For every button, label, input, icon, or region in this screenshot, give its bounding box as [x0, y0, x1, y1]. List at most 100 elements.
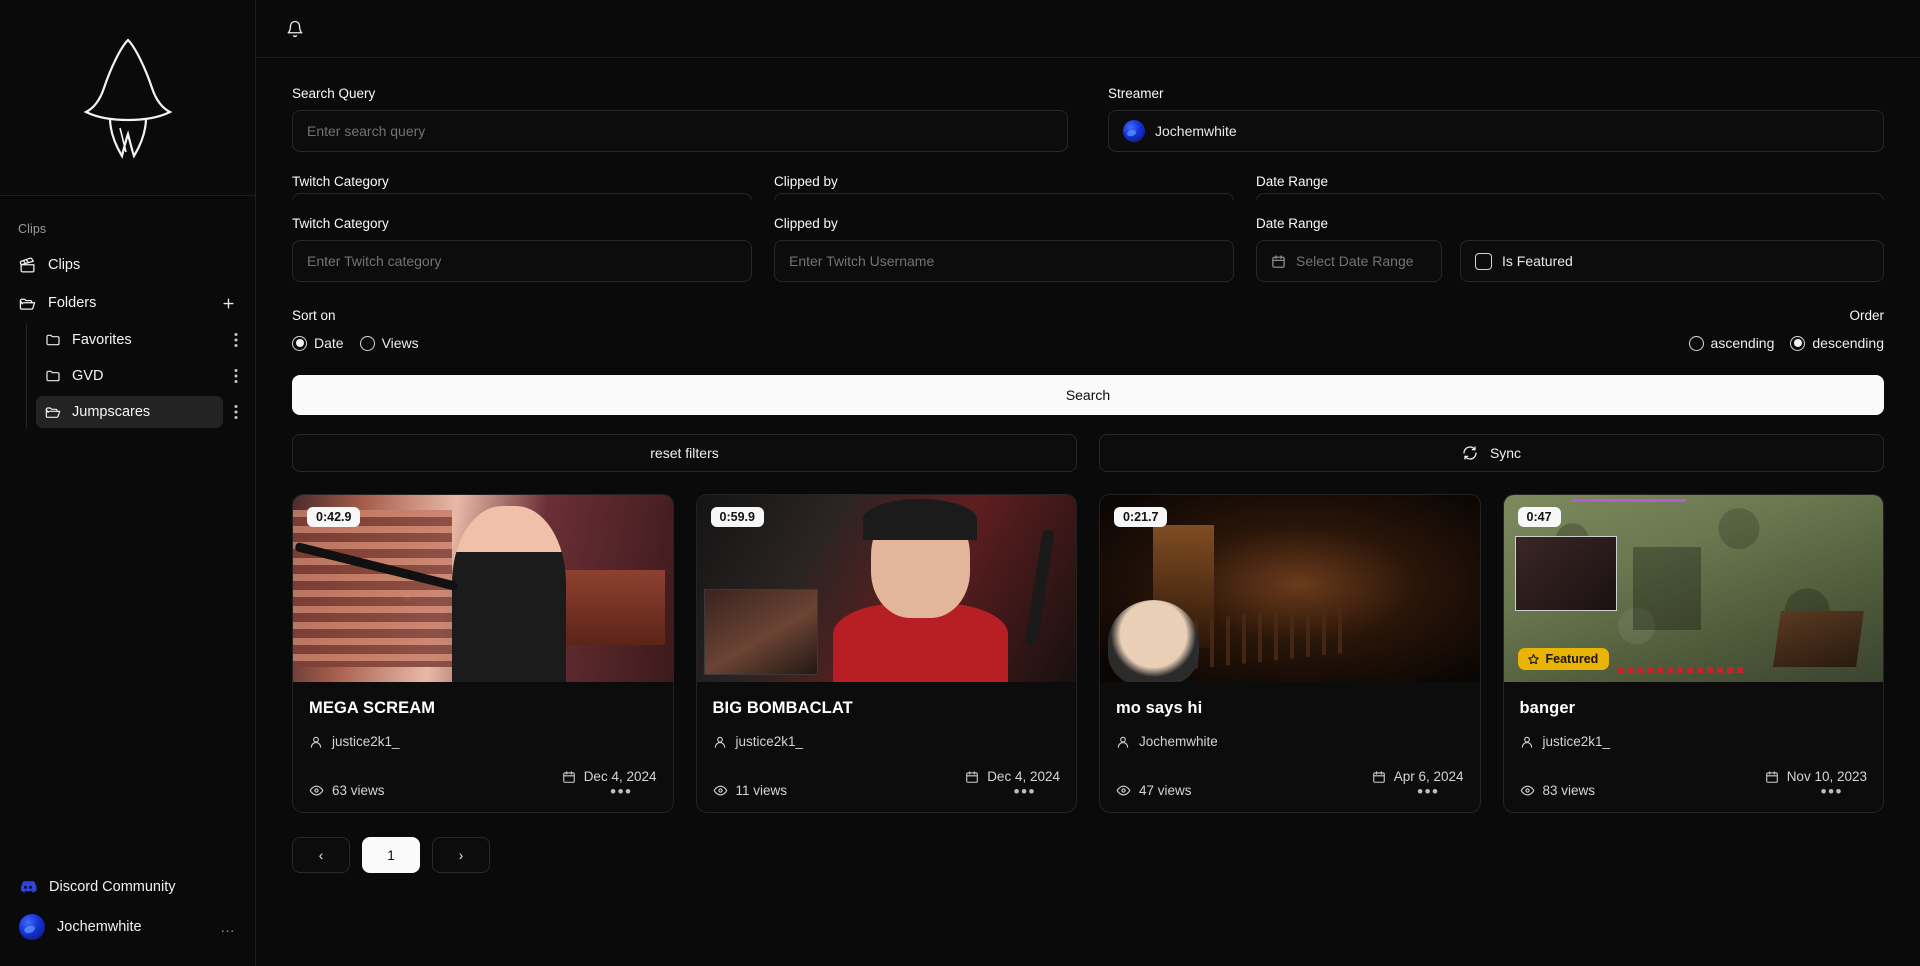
streamer-value: Jochemwhite [1155, 123, 1237, 139]
clip-duration-badge: 0:47 [1518, 507, 1561, 527]
clip-card-body: mo says hi Jochemwhite [1100, 682, 1480, 812]
account-options-button[interactable]: … [220, 919, 236, 936]
sort-option-label: Date [314, 335, 344, 351]
clip-card[interactable]: 0:42.9 MEGA SCREAM justice2k1_ [292, 494, 674, 813]
radio-descending[interactable] [1790, 336, 1805, 351]
radio-date[interactable] [292, 336, 307, 351]
clip-views: 63 views [309, 783, 385, 798]
is-featured-checkbox-row[interactable]: Is Featured [1460, 240, 1884, 282]
clip-card-footer: 63 views Dec 4, 2024 ••• [309, 769, 657, 798]
folder-options-button[interactable] [225, 363, 247, 389]
is-featured-checkbox[interactable] [1475, 253, 1492, 270]
clip-more-options-button[interactable]: ••• [1014, 786, 1060, 798]
sidebar-item-jumpscares[interactable]: Jumpscares [36, 396, 223, 428]
sidebar-folders-header: Folders [0, 284, 255, 322]
clip-more-options-button[interactable]: ••• [610, 786, 656, 798]
calendar-icon [1271, 254, 1286, 269]
clip-duration-badge: 0:42.9 [307, 507, 360, 527]
sidebar-group-label: Clips [0, 218, 255, 246]
sort-option-views[interactable]: Views [360, 335, 419, 351]
vertical-dots-icon [234, 404, 238, 420]
sidebar-item-discord-community[interactable]: Discord Community [10, 868, 245, 906]
sidebar-item-favorites[interactable]: Favorites [36, 324, 223, 356]
clip-card-body: banger justice2k1_ [1504, 682, 1884, 812]
bell-icon [286, 20, 304, 38]
add-folder-button[interactable] [215, 290, 241, 316]
clip-thumbnail[interactable]: 0:21.7 [1100, 495, 1480, 682]
clip-more-options-button[interactable]: ••• [1417, 786, 1463, 798]
order-option-label: descending [1812, 335, 1884, 351]
streamer-select[interactable]: Jochemwhite [1108, 110, 1884, 152]
user-icon [713, 735, 727, 749]
clip-card[interactable]: 0:59.9 BIG BOMBACLAT justice2k1_ [696, 494, 1078, 813]
sidebar-item-label: Folders [48, 295, 96, 311]
clip-more-options-button[interactable]: ••• [1821, 786, 1867, 798]
clip-thumbnail[interactable]: 0:59.9 [697, 495, 1077, 682]
clip-clipper-name: justice2k1_ [332, 734, 400, 749]
clipped-by-input[interactable]: Enter Twitch Username [774, 240, 1234, 282]
filter-row-1: Search Query Enter search query Streamer… [292, 86, 1884, 152]
clip-thumbnail[interactable]: 0:42.9 [293, 495, 673, 682]
sort-option-label: Views [382, 335, 419, 351]
clip-thumbnail[interactable]: 0:47 Featured [1504, 495, 1884, 682]
clip-card-body: MEGA SCREAM justice2k1_ [293, 682, 673, 812]
calendar-icon [1372, 770, 1386, 784]
folder-icon [45, 332, 61, 348]
clip-views-count: 63 views [332, 783, 385, 798]
folder-options-button[interactable] [225, 399, 247, 425]
pagination-prev[interactable]: ‹ [292, 837, 350, 873]
clip-grid: 0:42.9 MEGA SCREAM justice2k1_ [292, 494, 1884, 813]
clip-views-count: 83 views [1543, 783, 1596, 798]
pagination-page-1[interactable]: 1 [362, 837, 420, 873]
sidebar-item-folders[interactable]: Folders [10, 286, 205, 320]
order-option-descending[interactable]: descending [1790, 335, 1884, 351]
clipped-by-label: Clipped by [774, 216, 1234, 231]
sort-option-date[interactable]: Date [292, 335, 344, 351]
ghost-input-border [774, 193, 1234, 200]
folder-icon [45, 368, 61, 384]
date-range-placeholder: Select Date Range [1296, 253, 1414, 269]
twitch-category-field: Twitch Category Enter Twitch category [292, 216, 752, 282]
topbar [256, 0, 1920, 58]
folder-open-icon [45, 404, 61, 420]
clip-clipper: justice2k1_ [1520, 734, 1868, 749]
folder-options-button[interactable] [225, 327, 247, 353]
sync-button[interactable]: Sync [1099, 434, 1884, 472]
pagination: ‹ 1 › [292, 837, 1884, 873]
date-range-picker-wrap: Select Date Range [1256, 240, 1442, 282]
clip-card-footer: 11 views Dec 4, 2024 ••• [713, 769, 1061, 798]
radio-views[interactable] [360, 336, 375, 351]
notifications-button[interactable] [278, 12, 312, 46]
search-input[interactable]: Enter search query [292, 110, 1068, 152]
radio-ascending[interactable] [1689, 336, 1704, 351]
sidebar-folder-list: Favorites [26, 322, 255, 430]
filter-row-2: Twitch Category Enter Twitch category Cl… [292, 216, 1884, 282]
sidebar-folder-row: Favorites [26, 322, 255, 358]
sidebar-item-gvd[interactable]: GVD [36, 360, 223, 392]
clip-clipper-name: Jochemwhite [1139, 734, 1218, 749]
pagination-next[interactable]: › [432, 837, 490, 873]
date-range-picker[interactable]: Select Date Range [1256, 240, 1442, 282]
user-icon [1116, 735, 1130, 749]
clip-card[interactable]: 0:21.7 mo says hi Jochemwhite [1099, 494, 1481, 813]
order-option-ascending[interactable]: ascending [1689, 335, 1775, 351]
clapperboard-icon [19, 257, 36, 274]
clipped-by-placeholder: Enter Twitch Username [789, 253, 934, 269]
reset-filters-button[interactable]: reset filters [292, 434, 1077, 472]
sidebar-item-clips[interactable]: Clips [10, 248, 245, 282]
ghost-clipped-by-label: Clipped by [774, 174, 838, 189]
clip-views: 11 views [713, 783, 788, 798]
ghost-twitch-category-label: Twitch Category [292, 174, 389, 189]
calendar-icon [1765, 770, 1779, 784]
sidebar-item-user-account[interactable]: Jochemwhite … [10, 908, 245, 946]
twitch-category-input[interactable]: Enter Twitch category [292, 240, 752, 282]
search-button[interactable]: Search [292, 375, 1884, 415]
calendar-icon [965, 770, 979, 784]
sidebar-folder-label: Favorites [72, 332, 132, 348]
clip-card[interactable]: 0:47 Featured banger [1503, 494, 1885, 813]
date-range-label: Date Range [1256, 216, 1884, 231]
eye-icon [713, 783, 728, 798]
filter-row-3: Sort on Date Views Order [292, 308, 1884, 351]
clip-title: banger [1520, 699, 1868, 718]
eye-icon [1116, 783, 1131, 798]
